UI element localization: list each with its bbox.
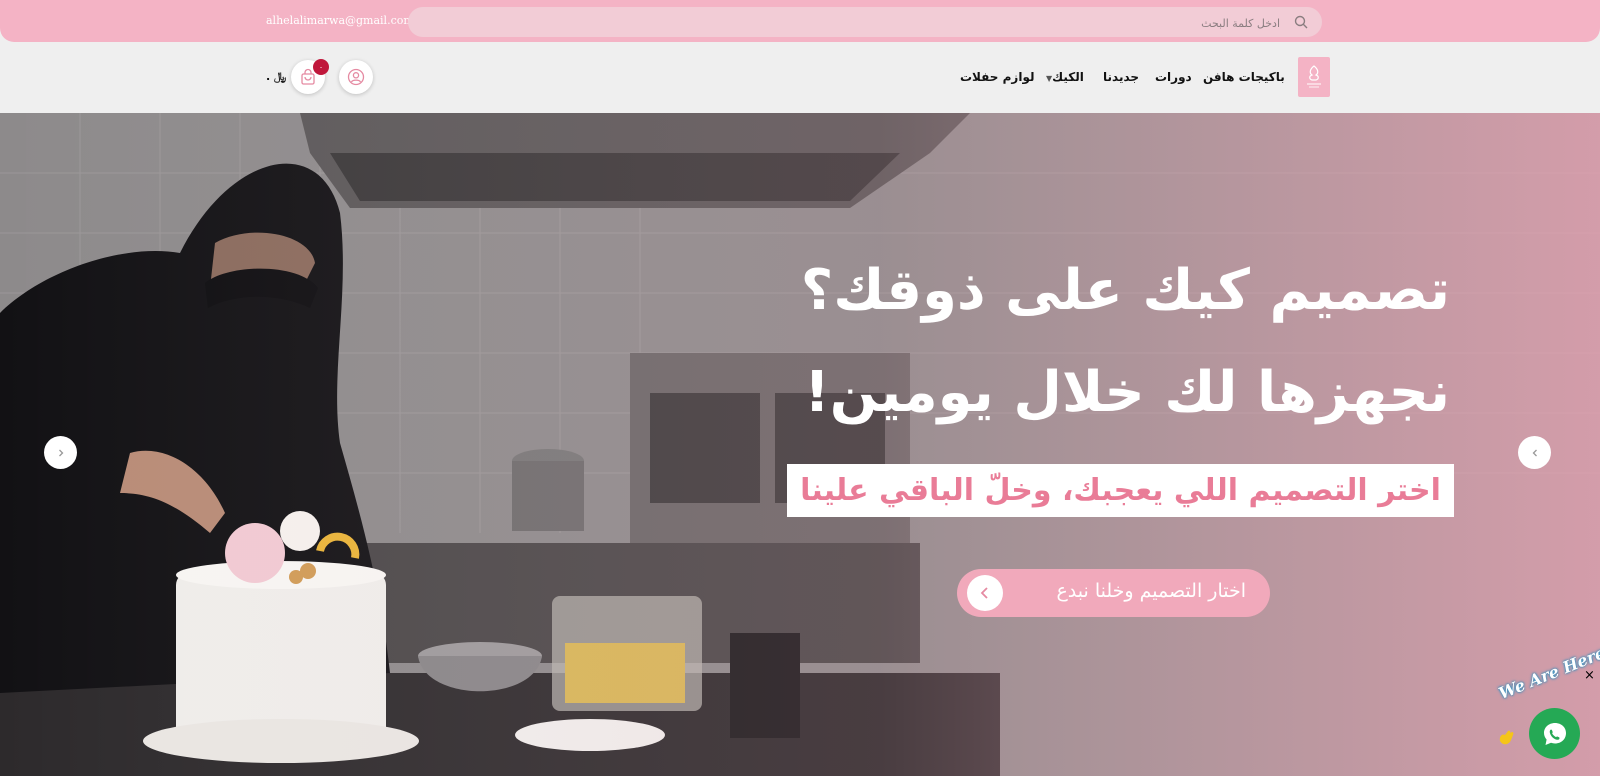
slider-next-button[interactable] (1518, 436, 1551, 469)
chat-bubble-icon (1543, 722, 1566, 745)
search-icon[interactable] (1294, 15, 1308, 29)
search-bar[interactable] (408, 7, 1322, 39)
cake-logo-icon (1307, 65, 1321, 88)
user-icon (347, 68, 365, 86)
hero-cta-label: اختار التصميم وخلنا نبدع (1056, 580, 1246, 602)
chevron-left-icon (1532, 449, 1537, 456)
menu-item-cakes[interactable]: ▼الكيك (1040, 70, 1084, 84)
waving-hand-icon (1499, 730, 1514, 745)
top-bar: alhelalimarwa@gmail.com (0, 0, 1600, 42)
hero-slider: تصميم كيك على ذوقك؟ نجهزها لك خلال يومين… (0, 113, 1600, 776)
chevron-left-icon (967, 575, 1003, 611)
menu-item-new[interactable]: جديدنا (1103, 70, 1139, 84)
menu-item-packages[interactable]: باكيجات هافن (1203, 70, 1285, 84)
search-input[interactable] (478, 7, 1282, 39)
widget-close-button[interactable]: × (1584, 668, 1595, 683)
hero-subtitle-text: اختر التصميم اللي يعجبك، وخلّ الباقي علي… (800, 473, 1441, 508)
hero-subtitle: اختر التصميم اللي يعجبك، وخلّ الباقي علي… (787, 464, 1454, 517)
currency-label[interactable]: . ﷼ (266, 70, 286, 84)
hero-background-photo (0, 113, 1600, 776)
site-logo[interactable] (1298, 57, 1330, 97)
chat-button[interactable] (1529, 708, 1580, 759)
account-button[interactable] (339, 60, 373, 94)
hero-title-line2: نجهزها لك خلال يومين! (804, 360, 1450, 425)
slider-prev-button[interactable] (44, 436, 77, 469)
main-nav: باكيجات هافن دورات جديدنا ▼الكيك لوازم ح… (0, 42, 1600, 113)
hero-cta-button[interactable]: اختار التصميم وخلنا نبدع (957, 569, 1270, 617)
menu-item-party-supplies[interactable]: لوازم حفلات (960, 70, 1034, 84)
hero-title-line1: تصميم كيك على ذوقك؟ (800, 258, 1450, 323)
chevron-right-icon (58, 449, 63, 456)
contact-email[interactable]: alhelalimarwa@gmail.com (266, 14, 414, 27)
menu-item-courses[interactable]: دورات (1155, 70, 1192, 84)
menu-item-cakes-label: الكيك (1052, 70, 1084, 84)
cart-count-badge: ٠ (313, 59, 329, 75)
